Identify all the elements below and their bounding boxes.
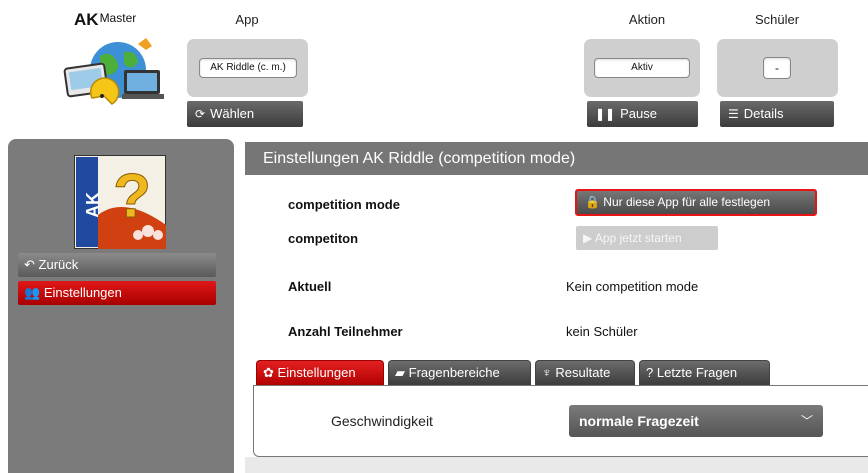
sidebar-item-settings-label: Einstellungen bbox=[43, 285, 122, 300]
participants-value: kein Schüler bbox=[566, 324, 638, 339]
sidebar-item-settings[interactable]: 👥 Einstellungen bbox=[18, 281, 216, 305]
competition-mode-label: competition mode bbox=[288, 197, 400, 212]
lock-icon: 🔒 bbox=[585, 195, 600, 209]
tab-settings-label: Einstellungen bbox=[277, 365, 356, 380]
brand-ak: AK bbox=[74, 10, 99, 29]
current-value: Kein competition mode bbox=[566, 279, 699, 294]
speed-label: Geschwindigkeit bbox=[331, 413, 433, 429]
lock-app-for-all-button[interactable]: 🔒 Nur diese App für alle festlegen bbox=[575, 189, 817, 216]
book-icon: ▰ bbox=[395, 365, 405, 380]
play-icon: ▶ bbox=[583, 231, 593, 245]
chevron-down-icon: ﹀ bbox=[800, 414, 813, 428]
sidebar-item-back[interactable]: ↶ Zurück bbox=[18, 253, 216, 277]
tab-question-areas[interactable]: ▰ Fragenbereiche bbox=[388, 360, 531, 386]
speed-select[interactable]: normale Fragezeit ﹀ bbox=[569, 405, 823, 437]
app-column-title: App bbox=[235, 12, 259, 27]
akmaster-logo-icon bbox=[63, 38, 164, 105]
lock-app-for-all-label: Nur diese App für alle festlegen bbox=[603, 195, 771, 209]
tab-settings[interactable]: ✿ Einstellungen bbox=[256, 360, 384, 386]
competition-label: competiton bbox=[288, 231, 359, 246]
app-value-field: AK Riddle (c. m.) bbox=[199, 58, 297, 78]
sidebar-item-back-label: Zurück bbox=[38, 257, 79, 272]
ak-riddle-app-icon: AK ? bbox=[74, 155, 166, 249]
student-column-title: Schüler bbox=[754, 12, 800, 27]
refresh-icon: ⟳ bbox=[195, 107, 206, 121]
tab-results-label: Resultate bbox=[555, 365, 611, 380]
pause-icon: ❚❚ bbox=[595, 107, 616, 121]
student-value-field: - bbox=[763, 57, 791, 79]
tab-results[interactable]: ♆ Resultate bbox=[535, 360, 635, 386]
trophy-icon: ♆ bbox=[542, 365, 552, 380]
pause-button[interactable]: ❚❚ Pause bbox=[587, 101, 698, 127]
question-icon: ? bbox=[646, 365, 654, 380]
action-value-field: Aktiv bbox=[594, 58, 690, 78]
details-label: Details bbox=[743, 106, 784, 121]
tab-last-questions[interactable]: ? Letzte Fragen bbox=[639, 360, 770, 386]
users-icon: 👥 bbox=[24, 285, 41, 300]
participants-label: Anzahl Teilnehmer bbox=[288, 324, 403, 339]
start-app-button[interactable]: ▶ App jetzt starten bbox=[576, 226, 718, 250]
list-icon: ☰ bbox=[728, 107, 739, 121]
action-column-title: Aktion bbox=[628, 12, 666, 27]
current-label: Aktuell bbox=[288, 279, 332, 294]
tab-question-areas-label: Fragenbereiche bbox=[408, 365, 500, 380]
speed-select-value: normale Fragezeit bbox=[579, 413, 699, 429]
brand-logo-text: AKMaster bbox=[74, 10, 136, 30]
details-button[interactable]: ☰ Details bbox=[720, 101, 834, 127]
svg-text:?: ? bbox=[113, 162, 151, 231]
back-arrow-icon: ↶ bbox=[24, 257, 35, 272]
page-title: Einstellungen AK Riddle (competition mod… bbox=[245, 142, 868, 175]
bottom-strip bbox=[245, 457, 868, 473]
gear-icon: ✿ bbox=[263, 365, 274, 380]
choose-app-label: Wählen bbox=[210, 106, 255, 121]
tab-last-questions-label: Letzte Fragen bbox=[656, 365, 738, 380]
pause-label: Pause bbox=[620, 106, 657, 121]
brand-master: Master bbox=[99, 11, 137, 25]
choose-app-button[interactable]: ⟳ Wählen bbox=[187, 101, 303, 127]
start-app-label: App jetzt starten bbox=[594, 231, 682, 245]
